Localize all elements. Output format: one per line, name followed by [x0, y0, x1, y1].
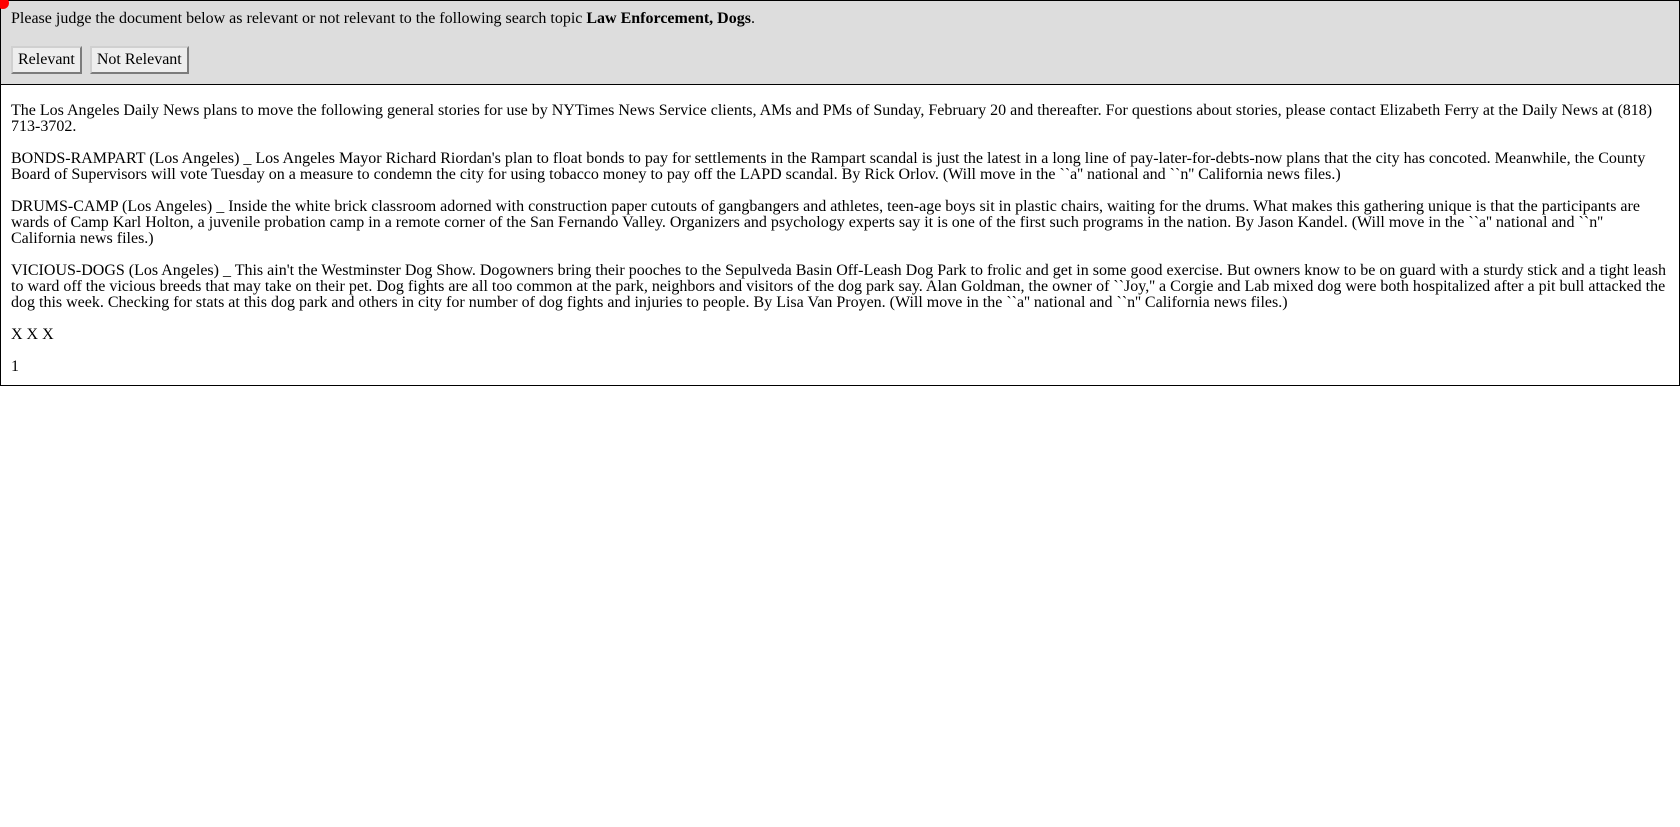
judgment-frame: Please judge the document below as relev… [0, 0, 1680, 386]
prompt-text: Please judge the document below as relev… [11, 10, 583, 27]
judgment-buttons: Relevant Not Relevant [11, 46, 1669, 74]
not-relevant-button[interactable]: Not Relevant [89, 46, 189, 74]
document-page-number: 1 [11, 358, 19, 375]
document-body: The Los Angeles Daily News plans to move… [1, 85, 1679, 385]
search-topic: Law Enforcement, Dogs [586, 10, 751, 27]
judgment-header: Please judge the document below as relev… [1, 1, 1679, 85]
judgment-prompt: Please judge the document below as relev… [11, 10, 1669, 28]
document-separator: X X X [11, 326, 54, 343]
document-paragraph: DRUMS-CAMP (Los Angeles) _ Inside the wh… [11, 198, 1640, 247]
document-paragraph: VICIOUS-DOGS (Los Angeles) _ This ain't … [11, 262, 1666, 311]
document-paragraph: BONDS-RAMPART (Los Angeles) _ Los Angele… [11, 150, 1646, 183]
document-paragraph: The Los Angeles Daily News plans to move… [11, 102, 1653, 135]
prompt-suffix: . [750, 10, 755, 27]
relevant-button[interactable]: Relevant [11, 46, 82, 74]
